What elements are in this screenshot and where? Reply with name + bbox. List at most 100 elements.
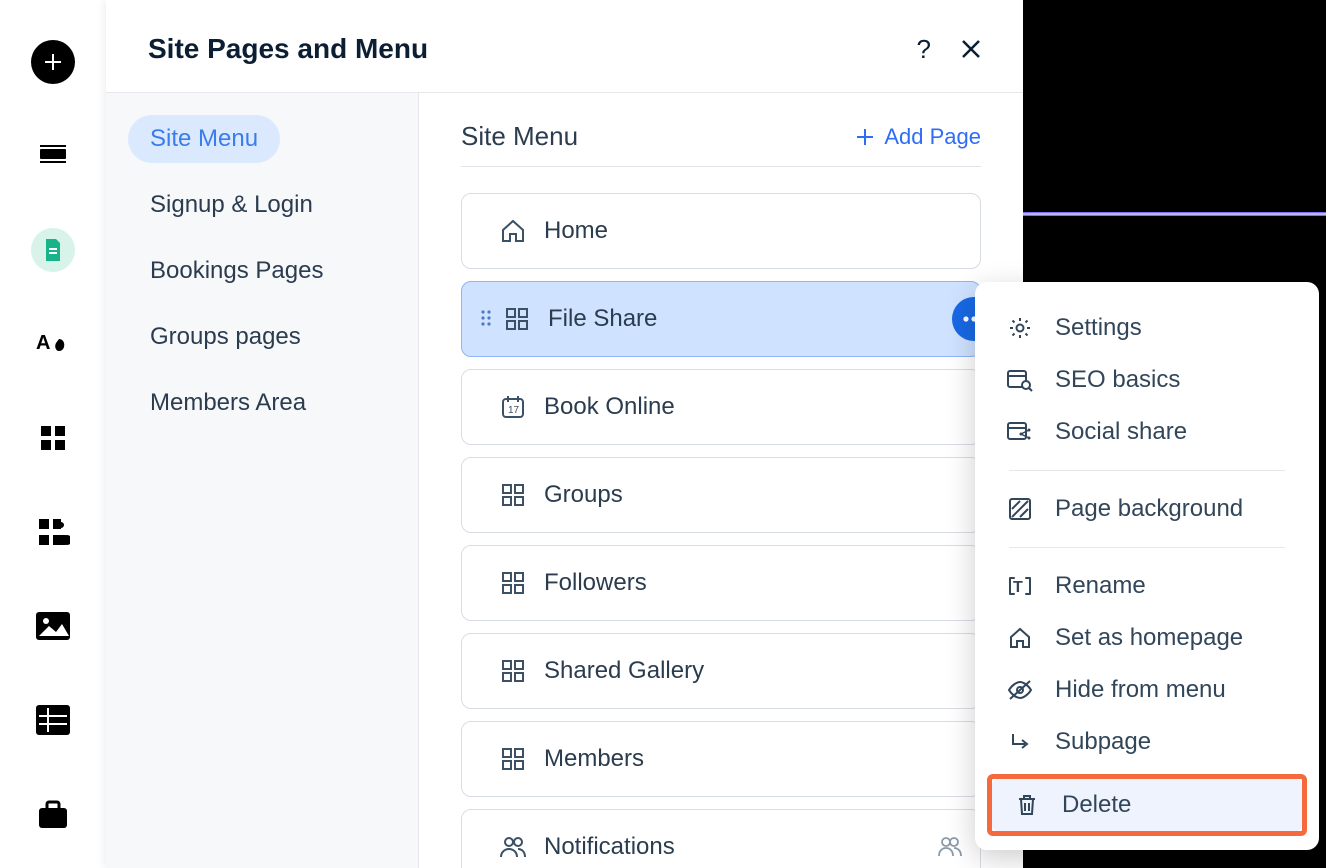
svg-text:17: 17 <box>508 405 520 416</box>
apps-button[interactable] <box>31 416 75 460</box>
media-icon <box>36 612 70 640</box>
panel-body: Site Menu Signup & Login Bookings Pages … <box>106 93 1023 868</box>
design-icon: A <box>36 327 70 361</box>
design-button[interactable]: A <box>31 322 75 366</box>
ctx-page-background[interactable]: Page background <box>985 483 1309 535</box>
home-icon <box>500 218 526 244</box>
main-header: Site Menu Add Page <box>461 121 981 167</box>
sidebar-item-groups-pages[interactable]: Groups pages <box>128 313 323 361</box>
subpage-icon <box>1007 729 1033 755</box>
page-label: File Share <box>548 305 657 333</box>
grid-icon <box>500 658 526 684</box>
page-label: Home <box>544 217 608 245</box>
canvas-selection-bar <box>1023 212 1326 216</box>
page-row-members[interactable]: Members <box>461 721 981 797</box>
sections-icon <box>36 139 70 173</box>
members-icon <box>500 834 526 860</box>
ctx-label: Social share <box>1055 418 1187 446</box>
page-context-menu: Settings SEO basics Social share Page ba… <box>975 282 1319 850</box>
panel-header: Site Pages and Menu ? <box>106 6 1023 93</box>
sidebar-item-site-menu[interactable]: Site Menu <box>128 115 280 163</box>
apps-icon <box>38 423 68 453</box>
plugins-button[interactable] <box>31 510 75 554</box>
media-button[interactable] <box>31 604 75 648</box>
page-label: Members <box>544 745 644 773</box>
ctx-label: Set as homepage <box>1055 624 1243 652</box>
grid-icon <box>500 482 526 508</box>
ctx-rename[interactable]: T Rename <box>985 560 1309 612</box>
ctx-seo-basics[interactable]: SEO basics <box>985 354 1309 406</box>
share-icon <box>1007 419 1033 445</box>
sidebar-item-signup-login[interactable]: Signup & Login <box>128 181 335 229</box>
trash-icon <box>1014 792 1040 818</box>
close-icon <box>961 39 981 59</box>
page-row-shared-gallery[interactable]: Shared Gallery <box>461 633 981 709</box>
grid-icon <box>500 570 526 596</box>
ctx-settings[interactable]: Settings <box>985 302 1309 354</box>
panel-sidebar: Site Menu Signup & Login Bookings Pages … <box>106 93 419 868</box>
calendar-icon: 17 <box>500 394 526 420</box>
ctx-separator <box>1009 470 1285 471</box>
pages-panel: Site Pages and Menu ? Site Menu Signup &… <box>106 0 1023 868</box>
seo-icon <box>1007 367 1033 393</box>
business-button[interactable] <box>31 792 75 836</box>
sidebar-item-bookings-pages[interactable]: Bookings Pages <box>128 247 345 295</box>
add-page-label: Add Page <box>884 124 981 150</box>
svg-text:A: A <box>36 332 50 354</box>
grid-icon <box>500 746 526 772</box>
main-heading: Site Menu <box>461 121 578 152</box>
page-row-notifications[interactable]: Notifications <box>461 809 981 868</box>
page-label: Followers <box>544 569 647 597</box>
ctx-subpage[interactable]: Subpage <box>985 716 1309 768</box>
sections-button[interactable] <box>31 134 75 178</box>
ctx-separator <box>1009 547 1285 548</box>
sidebar-item-label: Bookings Pages <box>150 257 323 284</box>
page-label: Book Online <box>544 393 675 421</box>
sidebar-item-members-area[interactable]: Members Area <box>128 379 328 427</box>
ctx-delete[interactable]: Delete <box>992 779 1302 831</box>
page-row-book-online[interactable]: 17 Book Online <box>461 369 981 445</box>
drag-handle-icon[interactable] <box>480 309 496 329</box>
app-canvas: A Site Pages and Menu ? <box>0 0 1326 868</box>
ctx-label: Subpage <box>1055 728 1151 756</box>
hide-icon <box>1007 677 1033 703</box>
page-row-followers[interactable]: Followers <box>461 545 981 621</box>
sidebar-item-label: Site Menu <box>150 125 258 152</box>
ctx-label: Rename <box>1055 572 1146 600</box>
data-button[interactable] <box>31 698 75 742</box>
main-content: Site Menu Add Page Home <box>419 93 1023 868</box>
plus-icon <box>856 128 874 146</box>
plus-icon <box>41 50 65 74</box>
page-icon <box>40 237 66 263</box>
ctx-label: Hide from menu <box>1055 676 1226 704</box>
add-page-button[interactable]: Add Page <box>856 124 981 150</box>
grid-icon <box>504 306 530 332</box>
ctx-set-homepage[interactable]: Set as homepage <box>985 612 1309 664</box>
left-toolbar: A <box>0 0 106 868</box>
add-button[interactable] <box>31 40 75 84</box>
background-icon <box>1007 496 1033 522</box>
ctx-label: Delete <box>1062 791 1131 819</box>
close-button[interactable] <box>961 39 981 59</box>
page-label: Groups <box>544 481 623 509</box>
briefcase-icon <box>37 798 69 830</box>
ctx-label: Settings <box>1055 314 1142 342</box>
sidebar-item-label: Signup & Login <box>150 191 313 218</box>
help-button[interactable]: ? <box>917 34 931 65</box>
page-row-groups[interactable]: Groups <box>461 457 981 533</box>
page-list: Home File Share <box>461 193 981 868</box>
pages-button[interactable] <box>31 228 75 272</box>
page-row-file-share[interactable]: File Share <box>461 281 981 357</box>
page-row-home[interactable]: Home <box>461 193 981 269</box>
panel-header-actions: ? <box>917 34 981 65</box>
sidebar-item-label: Groups pages <box>150 323 301 350</box>
home-icon <box>1007 625 1033 651</box>
sidebar-item-label: Members Area <box>150 389 306 416</box>
ctx-label: SEO basics <box>1055 366 1180 394</box>
page-label: Shared Gallery <box>544 657 704 685</box>
ctx-hide-from-menu[interactable]: Hide from menu <box>985 664 1309 716</box>
ctx-social-share[interactable]: Social share <box>985 406 1309 458</box>
gear-icon <box>1007 315 1033 341</box>
plugin-icon <box>36 515 70 549</box>
rename-icon: T <box>1007 573 1033 599</box>
